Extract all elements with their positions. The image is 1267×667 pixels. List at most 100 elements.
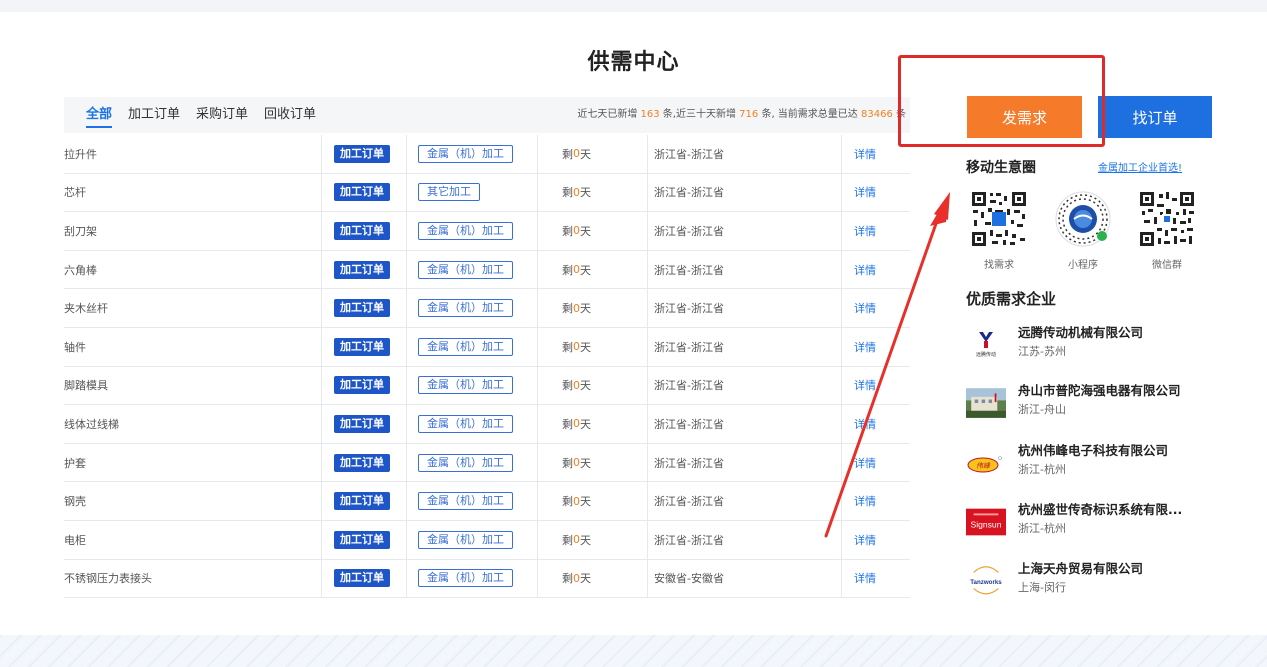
publish-demand-button[interactable]: 发需求 [967, 96, 1082, 138]
table-row[interactable]: 刮刀架 加工订单 金属（机）加工剩 0 天浙江省-浙江省 详情 [64, 212, 910, 251]
order-region-text: 安徽省-安徽省 [654, 572, 724, 586]
table-row[interactable]: 夹木丝杆 加工订单 金属（机）加工剩 0 天浙江省-浙江省 详情 [64, 289, 910, 328]
company-item[interactable]: 伟峰 杭州伟峰电子科技有限公司 浙江-杭州 [966, 440, 1206, 490]
order-region-text: 浙江省-浙江省 [654, 186, 724, 200]
mobile-circle-link[interactable]: 金属加工企业首选! [1098, 159, 1182, 174]
days-suffix: 天 [580, 417, 591, 431]
mini-program-qr-icon[interactable] [1054, 190, 1112, 248]
stats-text-1: 近七天已新增 [577, 109, 638, 120]
order-category-cell: 金属（机）加工 [407, 250, 538, 289]
qr-label-find-demand: 找需求 [984, 260, 1014, 271]
days-prefix: 剩 [562, 340, 573, 354]
order-type-badge: 加工订单 [334, 183, 390, 202]
table-row[interactable]: 电柜 加工订单 金属（机）加工剩 0 天浙江省-浙江省 详情 [64, 520, 910, 560]
table-row[interactable]: 护套 加工订单 金属（机）加工剩 0 天浙江省-浙江省 详情 [64, 443, 910, 483]
order-days-left: 剩0天 [538, 327, 648, 366]
days-number: 0 [573, 378, 580, 392]
table-row[interactable]: 轴件 加工订单 金属（机）加工剩 0 天浙江省-浙江省 详情 [64, 327, 910, 367]
table-row[interactable]: 脚踏模具 加工订单 金属（机）加工剩 0 天浙江省-浙江省 详情 [64, 366, 910, 406]
company-item[interactable]: 远腾传动 远腾传动机械有限公司 江苏-苏州 [966, 322, 1206, 372]
order-days-left: 剩0天 [538, 212, 648, 250]
order-detail-link[interactable]: 详情 [842, 444, 910, 482]
days-suffix: 天 [580, 186, 591, 200]
order-detail-link[interactable]: 详情 [842, 482, 910, 520]
order-region: 浙江省-浙江省 [648, 289, 842, 327]
order-detail-link[interactable]: 详情 [842, 560, 910, 598]
tab-all[interactable]: 全部 [86, 97, 113, 133]
order-days-left: 剩0天 [538, 366, 648, 405]
order-type-badge: 加工订单 [334, 530, 390, 549]
order-region-text: 浙江省-浙江省 [654, 224, 724, 238]
signsun-logo-text: Signsun [971, 520, 1002, 530]
order-detail-link[interactable]: 详情 [842, 212, 910, 250]
order-detail-link[interactable]: 详情 [842, 367, 910, 405]
order-name: 夹木丝杆 [64, 289, 322, 327]
stats-week-count: 163 [640, 109, 660, 120]
order-region-text: 浙江省-浙江省 [654, 147, 724, 161]
table-row[interactable]: 六角棒 加工订单 金属（机）加工剩 0 天浙江省-浙江省 详情 [64, 250, 910, 290]
days-number: 0 [573, 185, 580, 199]
order-region-text: 浙江省-浙江省 [654, 456, 724, 470]
days-prefix: 剩 [562, 224, 573, 238]
order-name: 刮刀架 [64, 212, 322, 250]
table-row[interactable]: 拉升件 加工订单 金属（机）加工剩 0 天浙江省-浙江省 详情 [64, 135, 910, 174]
table-row[interactable]: 不锈钢压力表接头 加工订单 金属（机）加工剩 0 天安徽省-安徽省 详情 [64, 559, 910, 599]
table-row[interactable]: 钢壳 加工订单 金属（机）加工剩 0 天浙江省-浙江省 详情 [64, 482, 910, 521]
orders-table: 拉升件 加工订单 金属（机）加工剩 0 天浙江省-浙江省 详情 芯杆 加工订单 其它加工剩 0 天浙… [64, 135, 910, 599]
days-suffix: 天 [580, 495, 591, 509]
find-demand-qr-icon[interactable] [970, 190, 1028, 248]
order-detail-link[interactable]: 详情 [842, 405, 910, 443]
days-prefix: 剩 [562, 263, 573, 277]
days-suffix: 天 [580, 224, 591, 238]
company-location: 上海-闵行 [1018, 581, 1066, 594]
days-number: 0 [573, 533, 580, 547]
days-suffix: 天 [580, 340, 591, 354]
order-region-text: 浙江省-浙江省 [654, 533, 724, 547]
order-category-cell: 金属（机）加工 [407, 559, 538, 598]
weifeng-logo-icon: 伟峰 [966, 446, 1006, 480]
order-detail-link[interactable]: 详情 [842, 328, 910, 366]
table-row[interactable]: 线体过线梯 加工订单 金属（机）加工剩 0 天浙江省-浙江省 详情 [64, 405, 910, 444]
order-detail-link[interactable]: 详情 [842, 289, 910, 327]
order-name-text: 轴件 [64, 340, 86, 354]
order-detail-link[interactable]: 详情 [842, 174, 910, 212]
stats-text-4: 条 [896, 109, 906, 120]
order-type-badge: 加工订单 [334, 376, 390, 395]
order-name-text: 刮刀架 [64, 224, 97, 238]
signsun-logo-icon: Signsun [966, 505, 1006, 539]
days-number: 0 [573, 417, 580, 431]
order-type-cell: 加工订单 [322, 443, 407, 482]
order-type-cell: 加工订单 [322, 559, 407, 598]
company-item[interactable]: Tanzworks 上海天舟贸易有限公司 上海-闵行 [966, 558, 1206, 608]
tab-purchase-orders[interactable]: 采购订单 [196, 97, 248, 133]
days-prefix: 剩 [562, 533, 573, 547]
days-suffix: 天 [580, 572, 591, 586]
stats-text-2: 条,近三十天新增 [662, 109, 736, 120]
order-name-text: 脚踏模具 [64, 379, 108, 393]
order-days-left: 剩0天 [538, 443, 648, 482]
order-detail-link[interactable]: 详情 [842, 135, 910, 173]
company-location: 浙江-杭州 [1018, 522, 1066, 535]
days-number: 0 [573, 147, 580, 161]
days-suffix: 天 [580, 263, 591, 277]
order-region: 浙江省-浙江省 [648, 250, 842, 289]
company-item[interactable]: 舟山市普陀海强电器有限公司 浙江-舟山 [966, 380, 1206, 430]
footer-band [0, 635, 1267, 667]
order-category-badge: 金属（机）加工 [418, 530, 513, 549]
tab-processing-orders[interactable]: 加工订单 [128, 97, 180, 133]
yuanteng-logo-text: 远腾传动 [976, 351, 996, 358]
table-row[interactable]: 芯杆 加工订单 其它加工剩 0 天浙江省-浙江省 详情 [64, 173, 910, 213]
days-suffix: 天 [580, 302, 591, 316]
company-item[interactable]: Signsun 杭州盛世传奇标识系统有限... 浙江-杭州 [966, 499, 1206, 549]
order-category-cell: 金属（机）加工 [407, 405, 538, 443]
wechat-group-qr-icon[interactable] [1138, 190, 1196, 248]
order-region-text: 浙江省-浙江省 [654, 263, 724, 277]
find-order-button[interactable]: 找订单 [1098, 96, 1212, 138]
tab-recycle-orders[interactable]: 回收订单 [264, 97, 316, 133]
order-detail-link[interactable]: 详情 [842, 251, 910, 289]
yuanteng-logo-icon: 远腾传动 [966, 328, 1006, 362]
order-name: 不锈钢压力表接头 [64, 559, 322, 598]
order-category-badge: 金属（机）加工 [418, 453, 513, 472]
order-detail-link[interactable]: 详情 [842, 521, 910, 559]
order-days-left: 剩0天 [538, 482, 648, 520]
